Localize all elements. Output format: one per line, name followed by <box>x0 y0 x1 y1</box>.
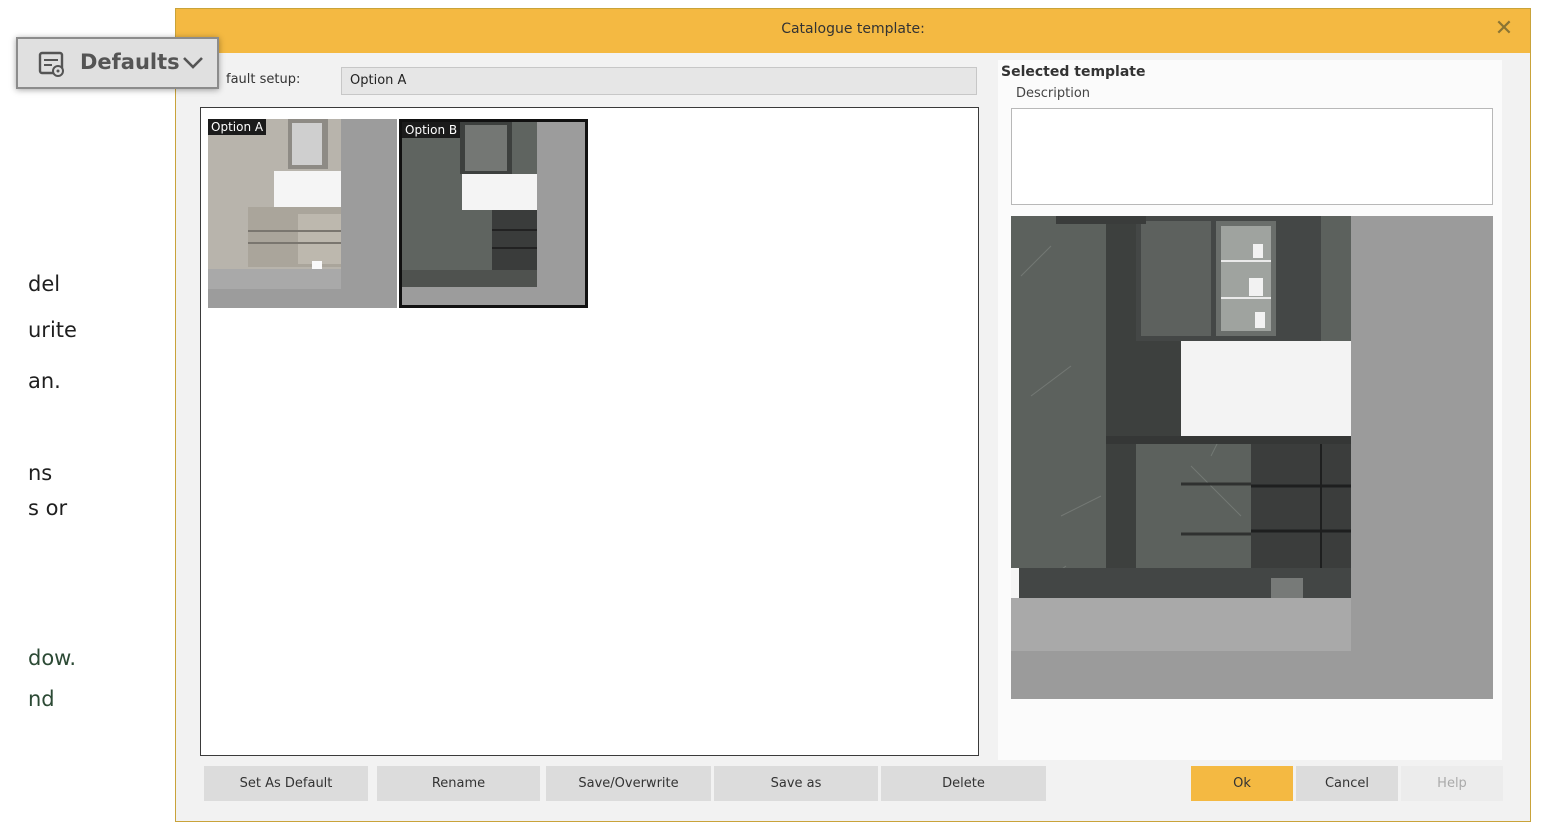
set-as-default-button[interactable]: Set As Default <box>204 766 368 801</box>
ok-button[interactable]: Ok <box>1191 766 1293 801</box>
help-button[interactable]: Help <box>1401 766 1503 801</box>
template-icon <box>38 51 64 77</box>
selected-template-preview <box>1011 216 1493 699</box>
thumbnail-label: Option A <box>208 119 267 135</box>
cancel-button[interactable]: Cancel <box>1296 766 1398 801</box>
background-text-3: an. <box>28 369 61 393</box>
defaults-label: Defaults <box>80 50 180 74</box>
close-icon[interactable]: ✕ <box>1492 17 1516 41</box>
kitchen-preview-image <box>402 122 585 305</box>
default-setup-field[interactable]: Option A <box>341 67 977 95</box>
dialog-title: Catalogue template: <box>781 21 925 37</box>
thumbnail-label: Option B <box>402 122 461 138</box>
template-grid: Option A Option B <box>200 107 979 756</box>
template-thumbnail-option-a[interactable]: Option A <box>208 119 397 308</box>
kitchen-preview-image <box>1011 216 1493 699</box>
kitchen-preview-image <box>208 119 397 308</box>
default-setup-label: fault setup: <box>226 72 301 87</box>
chevron-down-icon <box>183 57 203 69</box>
rename-button[interactable]: Rename <box>377 766 540 801</box>
save-overwrite-button[interactable]: Save/Overwrite <box>546 766 711 801</box>
background-text-6: dow. <box>28 646 77 670</box>
background-text-4: ns <box>28 461 53 485</box>
background-text-1: del <box>28 272 61 296</box>
delete-button[interactable]: Delete <box>881 766 1046 801</box>
background-text-2: urite <box>28 318 77 342</box>
save-as-button[interactable]: Save as <box>714 766 878 801</box>
background-text-5: s or <box>28 496 68 520</box>
description-label: Description <box>1016 86 1091 101</box>
catalogue-template-dialog: Catalogue template: ✕ fault setup: Optio… <box>175 8 1531 822</box>
description-field[interactable] <box>1011 108 1493 205</box>
selected-template-heading: Selected template <box>1001 64 1146 80</box>
background-text-7: nd <box>28 687 55 711</box>
dialog-titlebar: Catalogue template: ✕ <box>176 9 1530 53</box>
template-thumbnail-option-b[interactable]: Option B <box>399 119 588 308</box>
defaults-button[interactable]: Defaults <box>16 37 219 89</box>
